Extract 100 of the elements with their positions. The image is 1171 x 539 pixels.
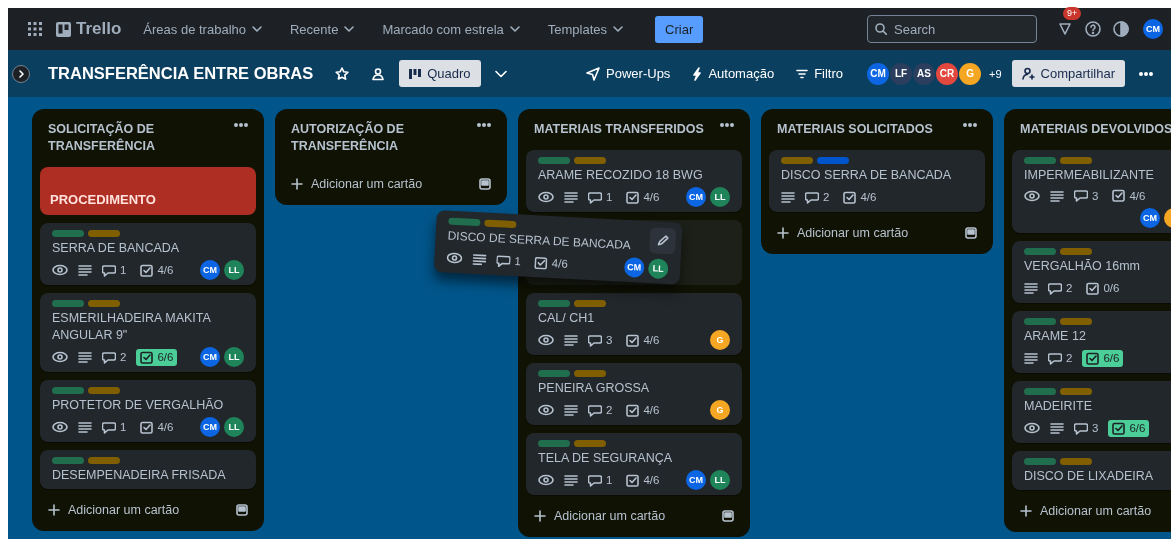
card[interactable]: IMPERMEABILIZANTE 3 4/6 CM — [1012, 150, 1171, 233]
member-avatar[interactable]: LL — [710, 470, 730, 490]
card-title: TELA DE SEGURANÇA — [538, 450, 674, 467]
card-title: ARAME RECOZIDO 18 BWG — [538, 167, 704, 184]
list-title[interactable]: SOLICITAÇÃO DE TRANSFERÊNCIA — [48, 121, 222, 155]
comment-count: 1 — [606, 191, 613, 203]
comment-count: 1 — [606, 474, 613, 486]
cover-card[interactable]: PROCEDIMENTO — [40, 167, 256, 215]
comment-count: 1 — [120, 264, 127, 276]
card-title: DISCO DE SERRA DE BANCADA — [447, 227, 633, 255]
checklist-count: 4/6 — [643, 404, 660, 416]
card-title: MADEIRITE — [1024, 398, 1094, 415]
card-title: DISCO SERRA DE BANCADA — [781, 167, 953, 184]
search-field[interactable]: Search — [867, 15, 1037, 43]
view-button[interactable]: Quadro — [399, 60, 481, 87]
member-avatar[interactable]: CM — [623, 256, 645, 278]
add-card-button[interactable]: Adicionar um cartão — [46, 499, 226, 521]
card-title: DESEMPENADEIRA FRISADA — [52, 467, 227, 484]
share-button[interactable]: Compartilhar — [1011, 60, 1125, 87]
more-members-count[interactable]: +9 — [989, 67, 1002, 80]
card-title: ESMERILHADEIRA MAKITA ANGULAR 9" — [52, 310, 212, 344]
member-avatar[interactable]: CM — [686, 470, 706, 490]
comment-count: 1 — [514, 255, 522, 268]
nav-menu[interactable]: Recente — [282, 15, 363, 43]
nav-menu[interactable]: Templates — [539, 15, 632, 43]
checklist-count: 4/6 — [551, 257, 569, 270]
card-title: CAL/ CH1 — [538, 310, 596, 327]
notification-badge: 9+ — [1063, 7, 1082, 20]
card-title: SERRA DE BANCADA — [52, 240, 181, 257]
comment-count: 2 — [1066, 282, 1073, 294]
list-title[interactable]: MATERIAIS SOLICITADOS — [777, 121, 951, 138]
card[interactable]: ARAME RECOZIDO 18 BWG 1 4/6 CM LL — [526, 150, 742, 212]
member-avatar[interactable]: LL — [647, 258, 669, 280]
comment-count: 2 — [606, 404, 613, 416]
card[interactable]: TELA DE SEGURANÇA 1 4/6 CM LL — [526, 433, 742, 495]
member-avatar[interactable]: CM — [200, 260, 220, 280]
card-title: PENEIRA GROSSA — [538, 380, 651, 397]
member-avatar[interactable]: AS — [913, 62, 936, 85]
card[interactable]: MADEIRITE 3 6/6 — [1012, 381, 1171, 443]
checklist-count: 4/6 — [157, 264, 174, 276]
member-avatar[interactable]: CM — [200, 347, 220, 367]
checklist-count: 4/6 — [860, 191, 877, 203]
comment-count: 3 — [1092, 189, 1099, 202]
comment-count: 3 — [606, 334, 613, 346]
create-button[interactable]: Criar — [655, 15, 704, 43]
member-avatar[interactable]: LL — [224, 260, 244, 280]
checklist-count: 6/6 — [1103, 352, 1120, 364]
list-title[interactable]: MATERIAIS DEVOLVIDOS — [1020, 121, 1171, 138]
checklist-count: 6/6 — [157, 351, 174, 363]
filter-button[interactable]: Filtro — [788, 60, 852, 87]
member-avatar[interactable]: CM — [1140, 208, 1160, 228]
card[interactable]: DISCO SERRA DE BANCADA 2 4/6 — [769, 150, 985, 212]
member-avatar[interactable]: CM — [1143, 19, 1163, 39]
card-title: PROCEDIMENTO — [50, 192, 156, 207]
card-title: PROTETOR DE VERGALHÃO — [52, 397, 225, 414]
app-name: Trello — [76, 19, 122, 39]
add-card-button[interactable]: Adicionar um cartão — [289, 173, 469, 195]
checklist-count: 0/6 — [1103, 282, 1120, 294]
card[interactable]: PENEIRA GROSSA 2 4/6 G — [526, 363, 742, 425]
card[interactable]: DESEMPENADEIRA FRISADA — [40, 450, 256, 489]
checklist-count: 4/6 — [643, 191, 660, 203]
member-avatar[interactable]: CM — [867, 62, 890, 85]
card-title: VERGALHÃO 16mm — [1024, 258, 1141, 275]
member-avatar[interactable]: CM — [686, 187, 706, 207]
member-avatar[interactable]: LL — [224, 347, 244, 367]
card[interactable]: SERRA DE BANCADA 1 4/6 CM LL — [40, 223, 256, 285]
card[interactable]: VERGALHÃO 16mm 2 0/6 — [1012, 241, 1171, 303]
add-card-button[interactable]: Adicionar um cartão — [775, 222, 955, 244]
board-title[interactable]: TRANSFERÊNCIA ENTRE OBRAS — [48, 64, 314, 83]
card-title: IMPERMEABILIZANTE — [1024, 167, 1155, 184]
card[interactable]: CAL/ CH1 3 4/6 G — [526, 293, 742, 355]
checklist-count: 4/6 — [1129, 189, 1146, 202]
member-avatar[interactable]: CR — [936, 62, 959, 85]
nav-menu[interactable]: Áreas de trabalho — [135, 15, 270, 43]
card[interactable]: ARAME 12 2 6/6 — [1012, 311, 1171, 373]
trello-logo[interactable]: Trello — [56, 19, 122, 39]
power-ups-button[interactable]: Power-Ups — [578, 60, 679, 87]
comment-count: 2 — [120, 351, 127, 363]
list-title[interactable]: MATERIAIS TRANSFERIDOS — [534, 121, 708, 138]
card[interactable]: PROTETOR DE VERGALHÃO 1 4/6 CM LL — [40, 380, 256, 442]
member-avatar[interactable]: LF — [890, 62, 913, 85]
checklist-count: 4/6 — [157, 421, 174, 433]
member-avatar[interactable]: CM — [200, 417, 220, 437]
automation-button[interactable]: Automação — [684, 60, 783, 87]
list-title[interactable]: AUTORIZAÇÃO DE TRANSFERÊNCIA — [291, 121, 465, 155]
checklist-count: 6/6 — [1129, 422, 1146, 434]
card[interactable]: ESMERILHADEIRA MAKITA ANGULAR 9" 2 6/6 CM LL — [40, 293, 256, 372]
card-title: ARAME 12 — [1024, 328, 1087, 345]
add-card-button[interactable]: Adicionar um cartão — [1018, 500, 1171, 522]
member-avatar[interactable]: LL — [710, 187, 730, 207]
checklist-count: 4/6 — [643, 334, 660, 346]
comment-count: 3 — [1092, 422, 1099, 434]
dragged-card[interactable]: DISCO DE SERRA DE BANCADA 1 4/6 CM LL — [433, 210, 683, 285]
member-avatar[interactable]: LL — [224, 417, 244, 437]
card-title: DISCO DE LIXADEIRA — [1024, 468, 1155, 485]
comment-count: 2 — [1066, 352, 1073, 364]
add-card-button[interactable]: Adicionar um cartão — [532, 505, 712, 527]
nav-menu[interactable]: Marcado com estrela — [374, 15, 528, 43]
card[interactable]: DISCO DE LIXADEIRA — [1012, 451, 1171, 490]
comment-count: 1 — [120, 421, 127, 433]
